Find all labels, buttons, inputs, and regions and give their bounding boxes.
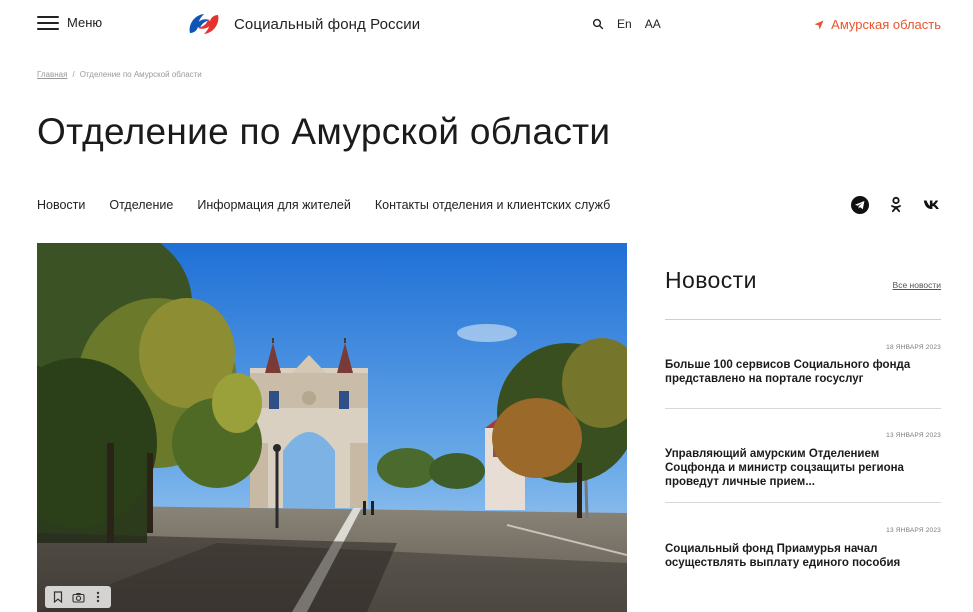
nav-item-branch[interactable]: Отделение — [109, 198, 173, 212]
news-headline: Больше 100 сервисов Социального фонда пр… — [665, 359, 911, 385]
page-title: Отделение по Амурской области — [37, 111, 611, 152]
news-item[interactable]: 13 ЯНВАРЯ 2023 Управляющий амурским Отде… — [665, 409, 941, 503]
triumphal-arch-photo — [37, 243, 627, 612]
news-date: 13 ЯНВАРЯ 2023 — [886, 432, 941, 439]
breadcrumb: Главная / Отделение по Амурской области — [37, 70, 202, 79]
region-label: Амурская область — [831, 17, 941, 32]
hamburger-icon — [37, 15, 59, 30]
section-nav: Новости Отделение Информация для жителей… — [37, 198, 610, 212]
camera-icon[interactable] — [69, 588, 87, 606]
breadcrumb-current: Отделение по Амурской области — [79, 70, 202, 79]
social-links — [851, 196, 941, 214]
telegram-icon[interactable] — [851, 196, 869, 214]
news-header: Новости Все новости — [665, 260, 941, 320]
search-icon[interactable] — [592, 18, 604, 30]
vk-icon[interactable] — [923, 196, 941, 214]
photo-toolbar — [45, 586, 111, 608]
odnoklassniki-icon[interactable] — [887, 196, 905, 214]
region-selector[interactable]: Амурская область — [814, 17, 941, 32]
menu-button[interactable]: Меню — [37, 15, 102, 30]
news-headline: Социальный фонд Приамурья начал осуществ… — [665, 543, 901, 569]
bookmark-icon[interactable] — [49, 588, 67, 606]
more-vertical-icon[interactable] — [89, 588, 107, 606]
arch — [250, 338, 368, 508]
nav-item-news[interactable]: Новости — [37, 198, 85, 212]
font-size-toggle[interactable]: AA — [645, 17, 661, 31]
all-news-link[interactable]: Все новости — [893, 280, 941, 290]
top-bar: Меню Социальный фонд России En AA Амурск… — [0, 0, 973, 52]
sfr-logo-icon — [189, 14, 219, 34]
breadcrumb-separator: / — [72, 70, 75, 79]
hero-photo[interactable] — [37, 243, 627, 612]
header-tools: En AA — [592, 17, 661, 31]
news-date: 13 ЯНВАРЯ 2023 — [886, 527, 941, 534]
news-title: Новости — [665, 267, 757, 293]
news-headline: Управляющий амурским Отделением Соцфонда… — [665, 448, 904, 488]
news-sidebar: Новости Все новости 18 ЯНВАРЯ 2023 Больш… — [665, 260, 941, 582]
news-item[interactable]: 13 ЯНВАРЯ 2023 Социальный фонд Приамурья… — [665, 503, 941, 582]
news-date: 18 ЯНВАРЯ 2023 — [886, 344, 941, 351]
nav-item-residents-info[interactable]: Информация для жителей — [197, 198, 351, 212]
logo[interactable]: Социальный фонд России — [186, 9, 420, 39]
location-arrow-icon — [814, 20, 824, 29]
language-switch[interactable]: En — [617, 17, 632, 31]
breadcrumb-home-link[interactable]: Главная — [37, 70, 67, 79]
nav-item-contacts[interactable]: Контакты отделения и клиентских служб — [375, 198, 610, 212]
logo-text: Социальный фонд России — [234, 15, 421, 33]
menu-label: Меню — [67, 15, 103, 30]
news-item[interactable]: 18 ЯНВАРЯ 2023 Больше 100 сервисов Социа… — [665, 320, 941, 409]
